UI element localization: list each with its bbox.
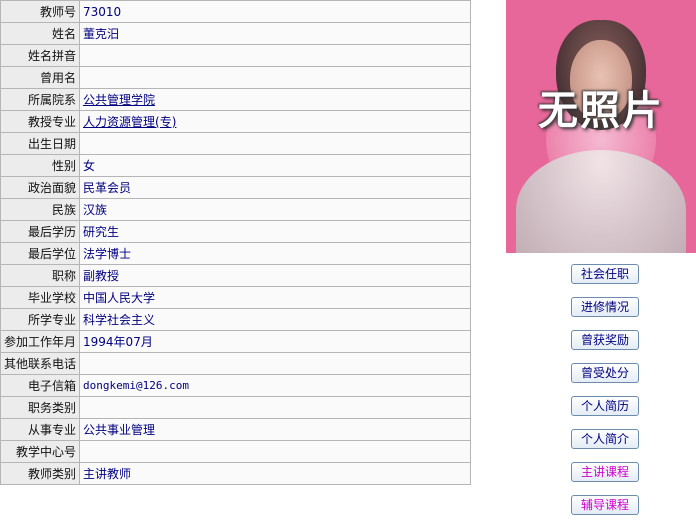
- field-value: [79, 132, 471, 155]
- info-row: 出生日期: [0, 132, 471, 155]
- punishments-button[interactable]: 曾受处分: [571, 363, 639, 383]
- info-row: 其他联系电话: [0, 352, 471, 375]
- field-value: 董克汨: [79, 22, 471, 45]
- field-value: [79, 352, 471, 375]
- teacher-info-table: 教师号 73010 姓名 董克汨 姓名拼音 曾用名 所属院系 公共管理学院 教授专业 人力资源管理…: [0, 0, 471, 485]
- field-value: [79, 440, 471, 463]
- profile-intro-button[interactable]: 个人简介: [571, 429, 639, 449]
- info-row: 教学中心号: [0, 440, 471, 463]
- info-row: 教师号 73010: [0, 0, 471, 23]
- info-row: 职称 副教授: [0, 264, 471, 287]
- field-label: 曾用名: [0, 66, 81, 89]
- field-value: 主讲教师: [79, 462, 471, 485]
- info-row: 最后学位 法学博士: [0, 242, 471, 265]
- field-label: 所学专业: [0, 308, 81, 331]
- field-link[interactable]: 公共管理学院: [83, 93, 155, 107]
- field-label: 姓名拼音: [0, 44, 81, 67]
- field-value: 女: [79, 154, 471, 177]
- info-row: 所学专业 科学社会主义: [0, 308, 471, 331]
- field-value: 中国人民大学: [79, 286, 471, 309]
- field-value: [79, 66, 471, 89]
- field-label: 电子信箱: [0, 374, 81, 397]
- info-row: 职务类别: [0, 396, 471, 419]
- resume-button[interactable]: 个人简历: [571, 396, 639, 416]
- further-study-button[interactable]: 进修情况: [571, 297, 639, 317]
- field-value: 公共事业管理: [79, 418, 471, 441]
- field-value: 科学社会主义: [79, 308, 471, 331]
- field-label: 职称: [0, 264, 81, 287]
- main-courses-button[interactable]: 主讲课程: [571, 462, 639, 482]
- info-row: 性别女: [0, 154, 471, 177]
- no-photo-placeholder: 无照片: [506, 0, 696, 253]
- field-value: 汉族: [79, 198, 471, 221]
- field-label: 从事专业: [0, 418, 81, 441]
- info-row: 曾用名: [0, 66, 471, 89]
- field-label: 出生日期: [0, 132, 81, 155]
- field-label: 政治面貌: [0, 176, 81, 199]
- info-row: 参加工作年月 1994年07月: [0, 330, 471, 353]
- field-value: 1994年07月: [79, 330, 471, 353]
- photo-caption: 无照片: [538, 88, 664, 134]
- tutoring-courses-button[interactable]: 辅导课程: [571, 495, 639, 515]
- field-label: 参加工作年月: [0, 330, 81, 353]
- field-link[interactable]: 人力资源管理(专): [83, 115, 176, 129]
- photo-shoulders: [516, 150, 686, 253]
- info-row: 电子信箱 dongkemi@126.com: [0, 374, 471, 397]
- field-value: 民革会员: [79, 176, 471, 199]
- info-row: 教师类别 主讲教师: [0, 462, 471, 485]
- info-row: 民族 汉族: [0, 198, 471, 221]
- field-value: 法学博士: [79, 242, 471, 265]
- action-button-group: 社会任职进修情况曾获奖励曾受处分个人简历个人简介主讲课程辅导课程: [571, 264, 641, 528]
- field-value: 研究生: [79, 220, 471, 243]
- info-row: 政治面貌 民革会员: [0, 176, 471, 199]
- field-value: [79, 396, 471, 419]
- field-label: 职务类别: [0, 396, 81, 419]
- field-label: 最后学历: [0, 220, 81, 243]
- field-value: 副教授: [79, 264, 471, 287]
- field-label: 姓名: [0, 22, 81, 45]
- field-label: 教学中心号: [0, 440, 81, 463]
- field-value: [79, 44, 471, 67]
- info-row: 最后学历 研究生: [0, 220, 471, 243]
- field-label: 教授专业: [0, 110, 81, 133]
- social-positions-button[interactable]: 社会任职: [571, 264, 639, 284]
- info-row: 姓名拼音: [0, 44, 471, 67]
- field-label: 教师类别: [0, 462, 81, 485]
- info-row: 教授专业 人力资源管理(专): [0, 110, 471, 133]
- field-label: 所属院系: [0, 88, 81, 111]
- info-row: 毕业学校 中国人民大学: [0, 286, 471, 309]
- awards-button[interactable]: 曾获奖励: [571, 330, 639, 350]
- info-row: 从事专业 公共事业管理: [0, 418, 471, 441]
- info-row: 姓名 董克汨: [0, 22, 471, 45]
- field-label: 民族: [0, 198, 81, 221]
- field-value: dongkemi@126.com: [79, 374, 471, 397]
- field-value: 73010: [79, 0, 471, 23]
- field-label: 其他联系电话: [0, 352, 81, 375]
- field-label: 教师号: [0, 0, 81, 23]
- field-label: 性别: [0, 154, 81, 177]
- field-label: 最后学位: [0, 242, 81, 265]
- field-value: 人力资源管理(专): [79, 110, 471, 133]
- field-label: 毕业学校: [0, 286, 81, 309]
- field-value: 公共管理学院: [79, 88, 471, 111]
- info-row: 所属院系 公共管理学院: [0, 88, 471, 111]
